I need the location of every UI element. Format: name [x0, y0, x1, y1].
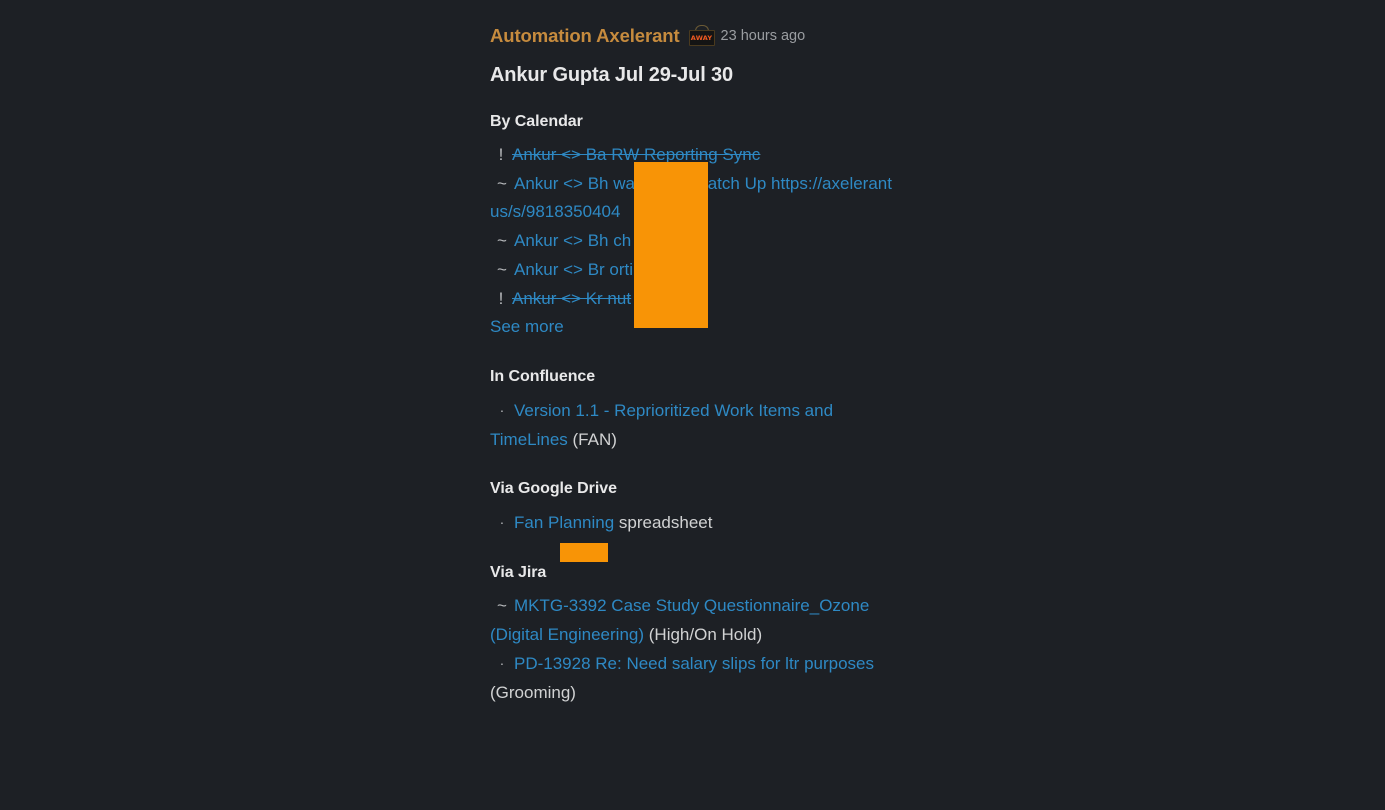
list-item[interactable]: · PD-13928 Re: Need salary slips for ltr …: [490, 649, 910, 707]
away-sign-icon: AWAY: [688, 25, 715, 47]
priority-bang-icon: !: [498, 145, 504, 164]
list-item-suffix: (High/On Hold): [644, 624, 763, 644]
priority-bang-icon: !: [498, 288, 504, 308]
slack-message: Automation Axelerant AWAY 23 hours ago A…: [490, 22, 910, 708]
message-timestamp[interactable]: 23 hours ago: [721, 28, 806, 44]
list-item-link[interactable]: PD-13928 Re: Need salary slips for ltr p…: [514, 654, 874, 673]
list-item[interactable]: · Fan Planning spreadsheet: [490, 508, 910, 538]
confluence-item-list: · Version 1.1 - Reprioritized Work Items …: [490, 396, 910, 454]
tilde-icon: ~: [497, 259, 507, 279]
list-item-suffix: (FAN): [567, 429, 617, 449]
section-heading-via-google-drive: Via Google Drive: [490, 480, 617, 498]
bullet-dot-icon: ·: [499, 655, 505, 672]
tilde-icon: ~: [497, 173, 507, 193]
list-item[interactable]: ~ MKTG-3392 Case Study Questionnaire_Ozon…: [490, 592, 910, 649]
section-heading-via-jira: Via Jira: [490, 564, 547, 582]
tilde-icon: ~: [497, 596, 507, 616]
away-sign-label: AWAY: [690, 33, 713, 42]
drive-redaction-box: [560, 543, 608, 562]
calendar-redaction-box: [634, 162, 708, 328]
list-item[interactable]: · Version 1.1 - Reprioritized Work Items …: [490, 396, 910, 454]
bullet-dot-icon: ·: [499, 401, 505, 418]
message-header: Automation Axelerant AWAY 23 hours ago: [490, 22, 910, 50]
list-item-link[interactable]: Ankur <> Kr nut: [512, 289, 631, 308]
list-item-link[interactable]: Fan Planning: [514, 513, 614, 532]
app-name[interactable]: Automation Axelerant: [490, 25, 680, 47]
jira-item-list: ~ MKTG-3392 Case Study Questionnaire_Ozon…: [490, 592, 910, 708]
away-sign-plate: AWAY: [688, 30, 715, 46]
section-heading-by-calendar: By Calendar: [490, 113, 583, 130]
tilde-icon: ~: [497, 231, 507, 251]
google-drive-item-list: · Fan Planning spreadsheet: [490, 508, 910, 538]
list-item-suffix: (Grooming): [490, 683, 576, 703]
list-item-suffix: spreadsheet: [614, 513, 713, 533]
list-item-link[interactable]: Version 1.1 - Reprioritized Work Items a…: [490, 401, 833, 449]
bullet-dot-icon: ·: [499, 514, 505, 531]
message-title: Ankur Gupta Jul 29-Jul 30: [490, 64, 733, 86]
section-heading-in-confluence: In Confluence: [490, 367, 596, 385]
